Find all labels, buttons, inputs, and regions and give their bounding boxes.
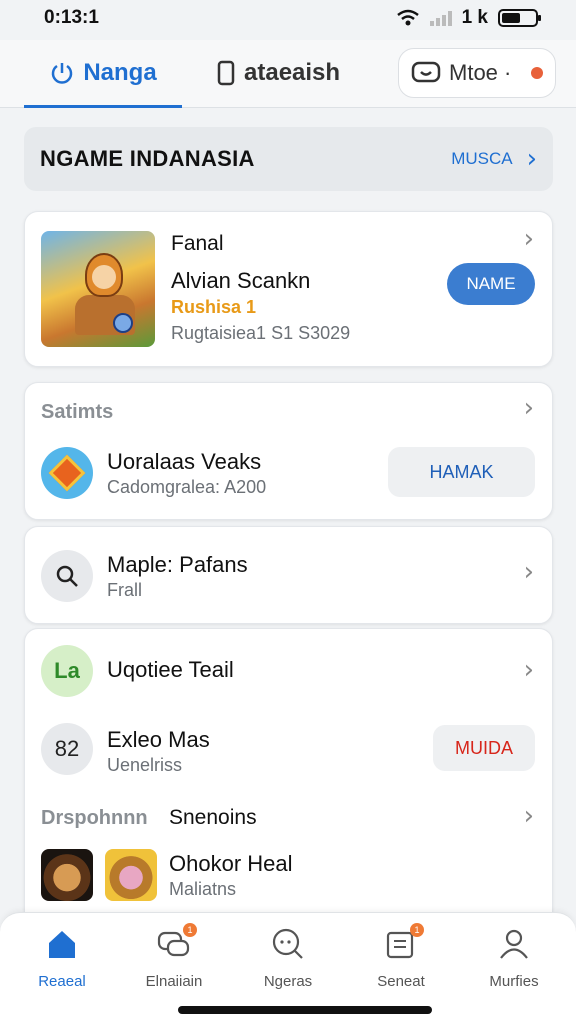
tab-label: ataeaish <box>244 59 341 86</box>
list-item-title: Uoralaas Veaks <box>107 449 262 474</box>
tab-mtoe[interactable]: Mtoe · <box>398 48 556 98</box>
featured-subtitle: Rugtaisiea1 S1 S3029 <box>171 323 351 343</box>
phone-icon <box>217 60 235 86</box>
nav-label: Reaeal <box>38 973 86 990</box>
featured-highlight: Rushisa 1 <box>171 297 257 317</box>
chevron-right-icon[interactable]: › <box>524 395 534 421</box>
list-card-satimts: Satimts › Uoralaas Veaks Cadomgralea: A2… <box>24 382 553 520</box>
nav-label: Elnaiiain <box>145 973 203 990</box>
nav-item-reaeal[interactable]: Reaeal <box>12 925 112 990</box>
chevron-right-icon[interactable]: › <box>524 226 534 252</box>
nav-label: Murfies <box>489 973 539 990</box>
status-time: 0:13:1 <box>44 7 99 28</box>
list-item-subtitle: Maliatns <box>169 879 237 899</box>
hamak-button[interactable]: HAMAK <box>388 447 535 497</box>
profile-icon <box>495 925 533 963</box>
chevron-right-icon: › <box>526 144 537 174</box>
list-item-title: Ohokor Heal <box>169 851 293 876</box>
tab-ataeaish[interactable]: ataeaish <box>216 40 340 106</box>
avatar-82: 82 <box>41 723 93 775</box>
section-title: Satimts <box>41 401 114 423</box>
tab-label: Mtoe · <box>449 60 512 85</box>
section-header: NGAME INDANASIA MUSCA › <box>24 127 553 191</box>
game-artwork <box>41 231 155 347</box>
list-item-subtitle: Uenelriss <box>107 755 183 775</box>
home-icon <box>43 925 81 963</box>
list-item-title: Maple: Pafans <box>107 552 248 577</box>
power-icon <box>52 62 73 84</box>
section-title: Drspohnnn <box>41 807 148 829</box>
chevron-right-icon: › <box>523 557 534 587</box>
list-card-group: La Uqotiee Teail › 82 Exleo Mas Uenelris… <box>24 628 553 928</box>
header-link[interactable]: MUSCA › <box>451 146 537 172</box>
featured-game-card[interactable]: Fanal › Alvian Scankn Rushisa 1 Rugtaisi… <box>24 211 553 367</box>
nav-item-elnaiiain[interactable]: 1 Elnaiiain <box>124 923 224 990</box>
header-title: NGAME INDANASIA <box>40 146 255 171</box>
list-item-subtitle: Frall <box>107 580 142 600</box>
nav-item-ngeras[interactable]: Ngeras <box>238 925 338 990</box>
nav-item-murfies[interactable]: Murfies <box>464 925 564 990</box>
featured-action-button[interactable]: NAME <box>447 263 535 305</box>
home-indicator <box>178 1006 432 1014</box>
tab-nanga[interactable]: Nanga <box>24 40 182 108</box>
featured-label: Fanal <box>171 232 224 255</box>
game-thumbnail <box>105 849 157 901</box>
chevron-right-icon[interactable]: › <box>524 657 534 683</box>
list-item-title: Exleo Mas <box>107 727 210 752</box>
top-tab-bar: Nanga ataeaish Mtoe · <box>0 40 576 108</box>
nav-label: Ngeras <box>263 973 313 990</box>
mic-icon[interactable] <box>531 67 543 79</box>
wifi-icon <box>396 9 419 26</box>
battery-icon <box>498 9 541 27</box>
featured-title: Alvian Scankn <box>171 268 311 293</box>
chat-bubbles-icon: 1 <box>155 923 197 963</box>
avatar-la: La <box>41 645 93 697</box>
game-thumbnail <box>41 849 93 901</box>
chat-icon <box>411 61 441 83</box>
search-chat-icon <box>269 925 307 963</box>
list-item-title: Uqotiee Teail <box>107 657 234 682</box>
chevron-right-icon[interactable]: › <box>524 803 534 829</box>
header-link-label: MUSCA <box>451 149 513 168</box>
status-right-text: 1 k <box>461 7 488 28</box>
muida-button[interactable]: MUIDA <box>433 725 535 771</box>
list-item-subtitle: Cadomgralea: A200 <box>107 477 267 497</box>
nav-label: Seneat <box>377 973 425 990</box>
tab-label: Nanga <box>83 58 157 86</box>
section-title-b: Snenoins <box>169 806 257 829</box>
notification-badge: 1 <box>183 923 197 937</box>
signal-icon <box>429 10 452 26</box>
news-icon: 1 <box>382 923 424 963</box>
list-card-maple[interactable]: Maple: Pafans Frall › <box>24 526 553 624</box>
nav-item-seneat[interactable]: 1 Seneat <box>351 923 451 990</box>
notification-badge: 1 <box>410 923 424 937</box>
status-bar: 0:13:1 1 k <box>0 0 576 36</box>
badge-star-icon <box>41 447 93 499</box>
search-icon <box>41 550 93 602</box>
